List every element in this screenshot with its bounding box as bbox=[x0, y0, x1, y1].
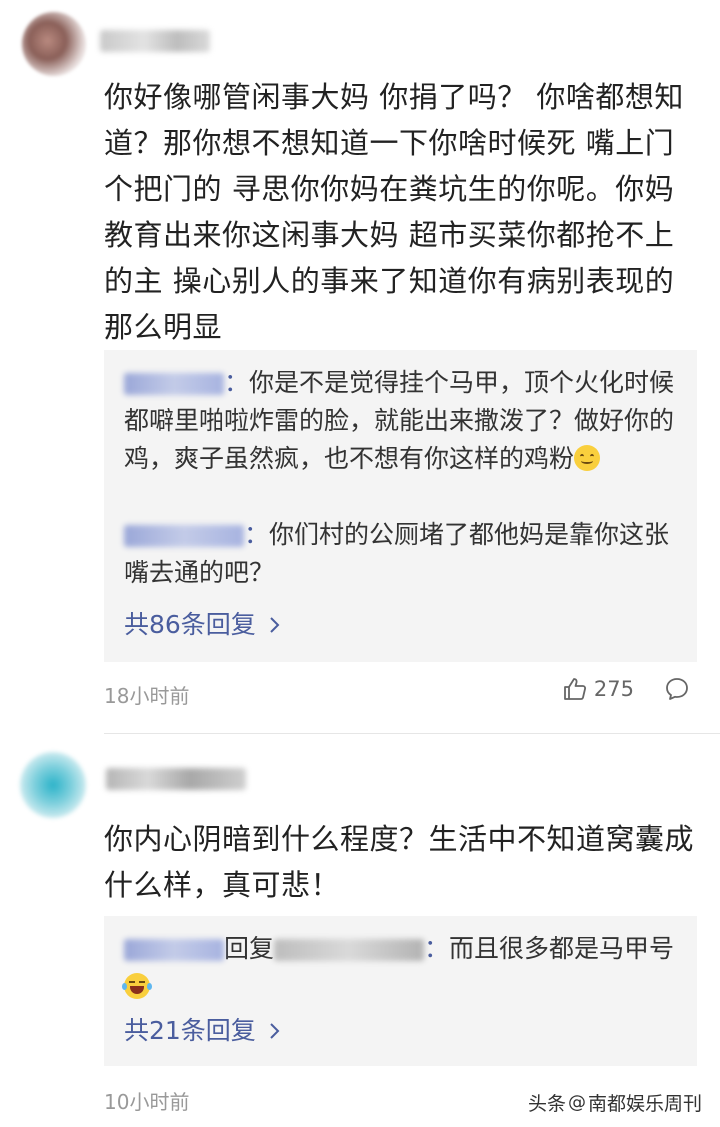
comment-bubble-icon[interactable] bbox=[664, 676, 690, 702]
thumbs-up-icon[interactable] bbox=[562, 676, 588, 702]
reply-item: ：你是不是觉得挂个马甲，顶个火化时候都噼里啪啦炸雷的脸，就能出来撒泼了？做好你的… bbox=[124, 368, 675, 473]
comment-text: 你好像哪管闲事大妈 你捐了吗？ 你啥都想知道？那你想不想知道一下你啥时候死 嘴上… bbox=[104, 80, 684, 344]
reply-author-blurred[interactable] bbox=[124, 525, 244, 547]
smile-emoji-icon bbox=[574, 445, 601, 471]
reply-preview-box[interactable]: ：你是不是觉得挂个马甲，顶个火化时候都噼里啪啦炸雷的脸，就能出来撒泼了？做好你的… bbox=[104, 350, 697, 662]
like-count: 275 bbox=[593, 677, 634, 701]
reply-item: 回复 ：而且很多都是马甲号 bbox=[122, 930, 679, 1006]
comment-text: 你内心阴暗到什么程度？生活中不知道窝囊成什么样，真可悲！ bbox=[104, 822, 695, 902]
reply-preview-box[interactable]: 回复 ：而且很多都是马甲号 共21条回复 bbox=[104, 916, 697, 1066]
more-replies-link[interactable]: 共86条回复 bbox=[124, 610, 282, 640]
chevron-right-icon bbox=[270, 617, 280, 633]
reply-target-blurred[interactable] bbox=[274, 939, 425, 961]
reply-item: ：你们村的公厕堵了都他妈是靠你这张嘴去通的吧？ bbox=[124, 520, 670, 587]
avatar[interactable] bbox=[20, 752, 86, 818]
reply-text: 而且很多都是马甲号 bbox=[449, 934, 675, 963]
comment-actions: 275 bbox=[562, 676, 690, 702]
laugh-tears-emoji-icon bbox=[122, 973, 152, 999]
username-blurred[interactable] bbox=[106, 768, 246, 790]
reply-author-blurred[interactable] bbox=[124, 373, 224, 395]
reply-author-blurred[interactable] bbox=[124, 939, 224, 961]
chevron-right-icon bbox=[270, 1023, 280, 1039]
username-blurred[interactable] bbox=[100, 30, 210, 52]
more-replies-link[interactable]: 共21条回复 bbox=[124, 1016, 282, 1046]
comment-time: 18小时前 bbox=[104, 684, 190, 708]
avatar[interactable] bbox=[22, 12, 86, 76]
comment-time: 10小时前 bbox=[104, 1090, 190, 1114]
watermark: 头条 @ 南都娱乐周刊 bbox=[527, 1092, 702, 1115]
divider bbox=[104, 733, 720, 734]
